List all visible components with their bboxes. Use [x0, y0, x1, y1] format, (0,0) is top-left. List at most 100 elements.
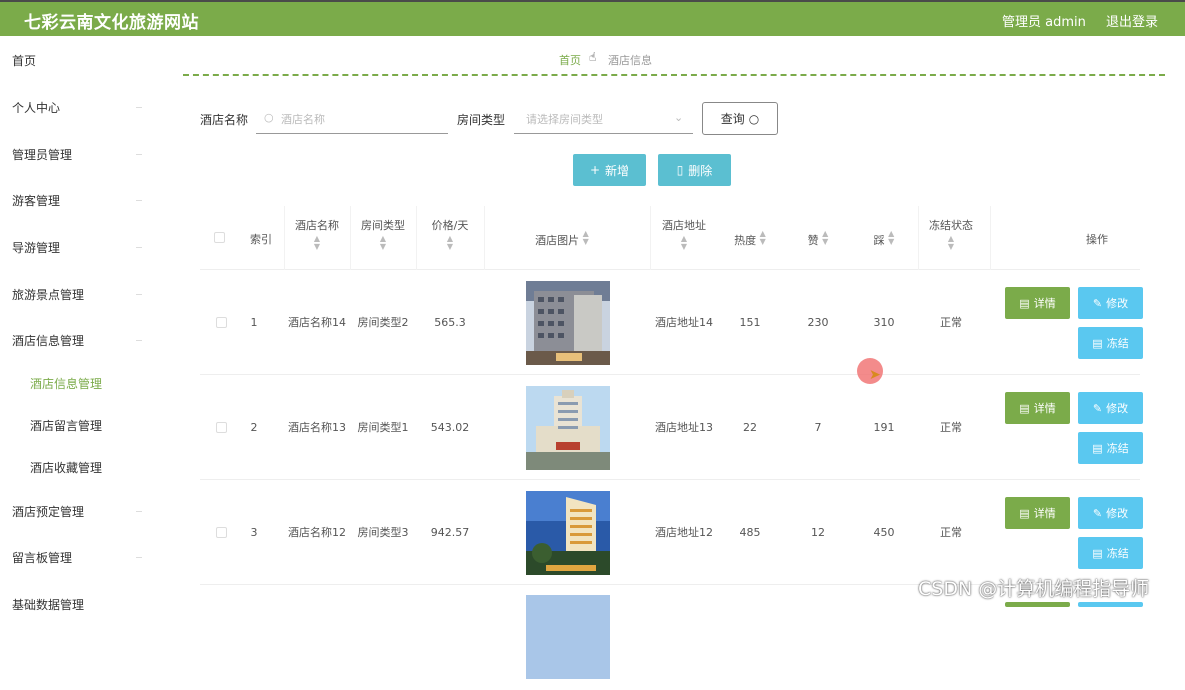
table-header: 索引 酒店名称 ▲ ▼ 房间类型 ▲ ▼ 价格/天 ▲ ▼ 酒店图片 ▲ ▼ 酒店地址 ▲ ▼ 热… — [200, 206, 1140, 270]
hotel-image[interactable] — [526, 270, 610, 375]
column-divider — [284, 206, 285, 270]
chevron-right-icon — [136, 247, 142, 248]
th-index: 索引 — [250, 233, 272, 246]
detail-button-label: 详情 — [1033, 507, 1056, 520]
cell-hot: 151 — [739, 316, 761, 329]
chevron-down-icon — [136, 340, 142, 341]
room-type-placeholder: 请选择房间类型 — [526, 113, 603, 126]
pencil-icon: ✎ — [1092, 296, 1103, 310]
detail-button[interactable]: ▤ 详情 — [1005, 497, 1070, 529]
sidebar-item-admin[interactable]: 管理员管理 — [12, 146, 72, 163]
document-icon: ▤ — [1019, 296, 1030, 310]
watermark: CSDN @计算机编程指导师 — [918, 578, 1150, 600]
cell-address: 酒店地址13 — [655, 421, 713, 434]
hotel-photo — [526, 595, 610, 679]
th-type[interactable]: 房间类型 ▲ ▼ — [354, 216, 412, 255]
sidebar-item-board[interactable]: 留言板管理 — [12, 549, 72, 566]
cell-price: 942.57 — [430, 526, 470, 539]
delete-button[interactable]: ▯ 删除 — [658, 154, 731, 186]
divider — [183, 74, 1165, 76]
hotel-photo — [526, 280, 610, 365]
sidebar-item-guide[interactable]: 导游管理 — [12, 239, 60, 256]
sidebar-subitem-hotel-message[interactable]: 酒店留言管理 — [30, 417, 102, 434]
current-user: 管理员 admin — [1002, 15, 1086, 30]
th-dislike[interactable]: 踩 ▲ ▼ — [864, 230, 904, 250]
edit-button[interactable]: ✎ 修改 — [1078, 287, 1143, 319]
chevron-down-icon: ⌄ — [674, 111, 684, 124]
hotel-image[interactable] — [526, 375, 610, 480]
column-divider — [416, 206, 417, 270]
detail-button[interactable]: ▤ 详情 — [1005, 287, 1070, 319]
hotel-name-input[interactable]: ○ 酒店名称 — [256, 102, 448, 134]
th-type-label: 房间类型 — [361, 219, 405, 232]
hand-icon: ☝ — [589, 50, 597, 64]
row-checkbox[interactable] — [214, 375, 228, 480]
freeze-button-label: 冻结 — [1106, 442, 1129, 455]
th-image[interactable]: 酒店图片 ▲ ▼ — [522, 230, 602, 250]
cell-address: 酒店地址14 — [655, 316, 713, 329]
search-icon: ○ — [264, 111, 274, 124]
row-checkbox[interactable] — [214, 270, 228, 375]
cell-name: 酒店名称13 — [288, 421, 346, 434]
cell-type: 房间类型3 — [357, 526, 409, 539]
sidebar-item-tourist[interactable]: 游客管理 — [12, 192, 60, 209]
plus-icon: + — [589, 163, 601, 177]
freeze-button[interactable]: ▤ 冻结 — [1078, 327, 1143, 359]
sidebar-subitem-hotel-info[interactable]: 酒店信息管理 — [30, 375, 102, 392]
cursor-arrow-icon: ➤ — [869, 367, 881, 383]
hotel-image[interactable] — [526, 585, 610, 690]
cell-dislike: 191 — [873, 421, 895, 434]
search-button[interactable]: 查询 ○ — [702, 102, 778, 135]
room-type-select[interactable]: 请选择房间类型 ⌄ — [514, 102, 693, 134]
hotel-name-placeholder: 酒店名称 — [281, 113, 325, 126]
detail-button[interactable] — [1005, 602, 1070, 607]
th-status[interactable]: 冻结状态 ▲ ▼ — [922, 216, 980, 255]
edit-button[interactable]: ✎ 修改 — [1078, 392, 1143, 424]
th-price[interactable]: 价格/天 ▲ ▼ — [420, 216, 480, 255]
hotel-photo — [526, 385, 610, 470]
logout-link[interactable]: 退出登录 — [1106, 11, 1158, 30]
cell-index: 1 — [250, 316, 258, 329]
hotel-photo — [526, 490, 610, 575]
sort-icon: ▲ ▼ — [680, 234, 688, 251]
edit-button[interactable]: ✎ 修改 — [1078, 497, 1143, 529]
sort-icon: ▲ ▼ — [313, 234, 321, 251]
th-hot[interactable]: 热度 ▲ ▼ — [726, 230, 774, 250]
sidebar-item-hotel[interactable]: 酒店信息管理 — [12, 332, 84, 349]
site-title: 七彩云南文化旅游网站 — [24, 13, 199, 33]
th-address[interactable]: 酒店地址 ▲ ▼ — [650, 216, 718, 255]
sidebar-subitem-hotel-favorite[interactable]: 酒店收藏管理 — [30, 459, 102, 476]
sidebar-item-scenic[interactable]: 旅游景点管理 — [12, 286, 84, 303]
pencil-icon: ✎ — [1092, 401, 1103, 415]
cell-dislike: 450 — [873, 526, 895, 539]
document-icon: ▤ — [1019, 401, 1030, 415]
freeze-button[interactable]: ▤ 冻结 — [1078, 432, 1143, 464]
cell-index: 3 — [250, 526, 258, 539]
sidebar-item-profile[interactable]: 个人中心 — [12, 99, 60, 116]
row-checkbox[interactable] — [214, 480, 228, 585]
freeze-button[interactable]: ▤ 冻结 — [1078, 537, 1143, 569]
cell-hot: 22 — [743, 421, 757, 434]
hotel-image[interactable] — [526, 480, 610, 585]
th-dislike-label: 踩 — [873, 234, 885, 247]
th-address-label: 酒店地址 — [662, 219, 706, 232]
sidebar-item-basedata[interactable]: 基础数据管理 — [12, 596, 84, 613]
edit-button[interactable] — [1078, 602, 1143, 607]
cell-index: 2 — [250, 421, 258, 434]
detail-button[interactable]: ▤ 详情 — [1005, 392, 1070, 424]
select-all-checkbox[interactable] — [214, 232, 225, 243]
sidebar-item-home[interactable]: 首页 — [12, 52, 36, 69]
delete-button-label: 删除 — [688, 163, 713, 178]
cell-status: 正常 — [940, 526, 962, 539]
chevron-right-icon — [136, 107, 142, 108]
cell-like: 7 — [814, 421, 822, 434]
th-name[interactable]: 酒店名称 ▲ ▼ — [288, 216, 346, 255]
document-icon: ▤ — [1092, 336, 1103, 350]
sort-icon: ▲ ▼ — [888, 229, 895, 246]
breadcrumb-home[interactable]: 首页 — [559, 52, 581, 68]
detail-button-label: 详情 — [1033, 297, 1056, 310]
th-like[interactable]: 赞 ▲ ▼ — [798, 230, 838, 250]
add-button[interactable]: + 新增 — [573, 154, 646, 186]
freeze-button-label: 冻结 — [1106, 337, 1129, 350]
sidebar-item-booking[interactable]: 酒店预定管理 — [12, 503, 84, 520]
